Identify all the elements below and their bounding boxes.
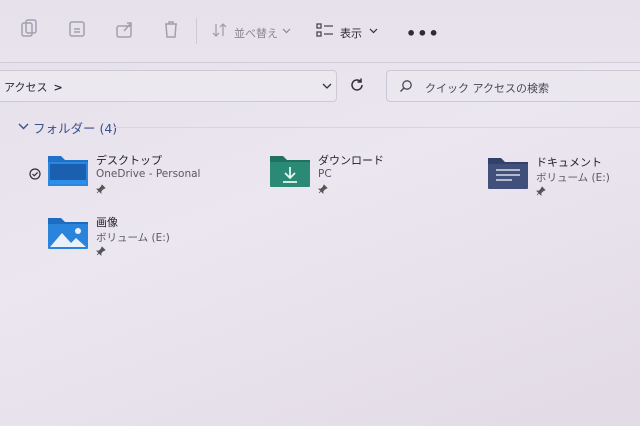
more-options-button[interactable]: •••	[406, 24, 440, 43]
folder-location: OneDrive - Personal	[96, 168, 201, 180]
view-label: 表示	[340, 27, 362, 40]
folder-tile-documents[interactable]: ドキュメント ボリューム (E:)	[486, 154, 640, 200]
paste-icon[interactable]	[66, 18, 88, 40]
folder-location: PC	[318, 168, 332, 180]
folder-tile-downloads[interactable]: ダウンロード PC	[268, 152, 468, 198]
breadcrumb-quick-access[interactable]: アクセス	[4, 81, 47, 94]
copy-icon[interactable]	[18, 18, 40, 40]
share-icon[interactable]	[114, 18, 136, 40]
group-divider	[112, 127, 640, 128]
folder-name: ダウンロード	[318, 154, 384, 167]
folder-name: デスクトップ	[96, 154, 162, 167]
view-icon	[316, 23, 333, 37]
breadcrumb-separator: >	[53, 81, 63, 94]
pin-icon	[318, 184, 328, 194]
delete-icon[interactable]	[160, 18, 182, 40]
folder-location: ボリューム (E:)	[536, 172, 610, 184]
desktop-folder-icon	[48, 156, 88, 186]
folder-name: 画像	[96, 216, 118, 229]
folder-name: ドキュメント	[536, 156, 602, 169]
selection-check-icon[interactable]	[29, 168, 41, 180]
folder-tile-desktop[interactable]: デスクトップ OneDrive - Personal	[46, 152, 246, 198]
address-bar[interactable]: アクセス >	[0, 70, 337, 102]
refresh-icon[interactable]	[349, 77, 365, 93]
group-header-folders[interactable]: フォルダー (4)	[33, 118, 117, 137]
search-icon	[400, 80, 412, 92]
pin-icon	[536, 186, 546, 196]
chevron-down-icon	[369, 28, 378, 34]
chevron-down-icon	[282, 28, 291, 34]
folder-tile-pictures[interactable]: 画像 ボリューム (E:)	[46, 214, 246, 260]
sort-label: 並べ替え	[234, 27, 278, 40]
search-input[interactable]: クイック アクセスの検索	[425, 80, 549, 96]
documents-folder-icon	[488, 158, 528, 189]
chevron-down-icon[interactable]	[322, 81, 332, 91]
command-bar: 並べ替え 表示 •••	[0, 0, 640, 63]
search-box[interactable]: クイック アクセスの検索	[386, 70, 640, 102]
breadcrumb: アクセス >	[4, 79, 63, 95]
collapse-chevron-icon[interactable]	[18, 122, 29, 131]
pin-icon	[96, 184, 106, 194]
sort-icon	[212, 23, 227, 37]
folder-location: ボリューム (E:)	[96, 232, 170, 244]
toolbar-divider	[196, 18, 197, 44]
pictures-folder-icon	[48, 218, 88, 249]
pin-icon	[96, 246, 106, 256]
downloads-folder-icon	[270, 156, 310, 187]
